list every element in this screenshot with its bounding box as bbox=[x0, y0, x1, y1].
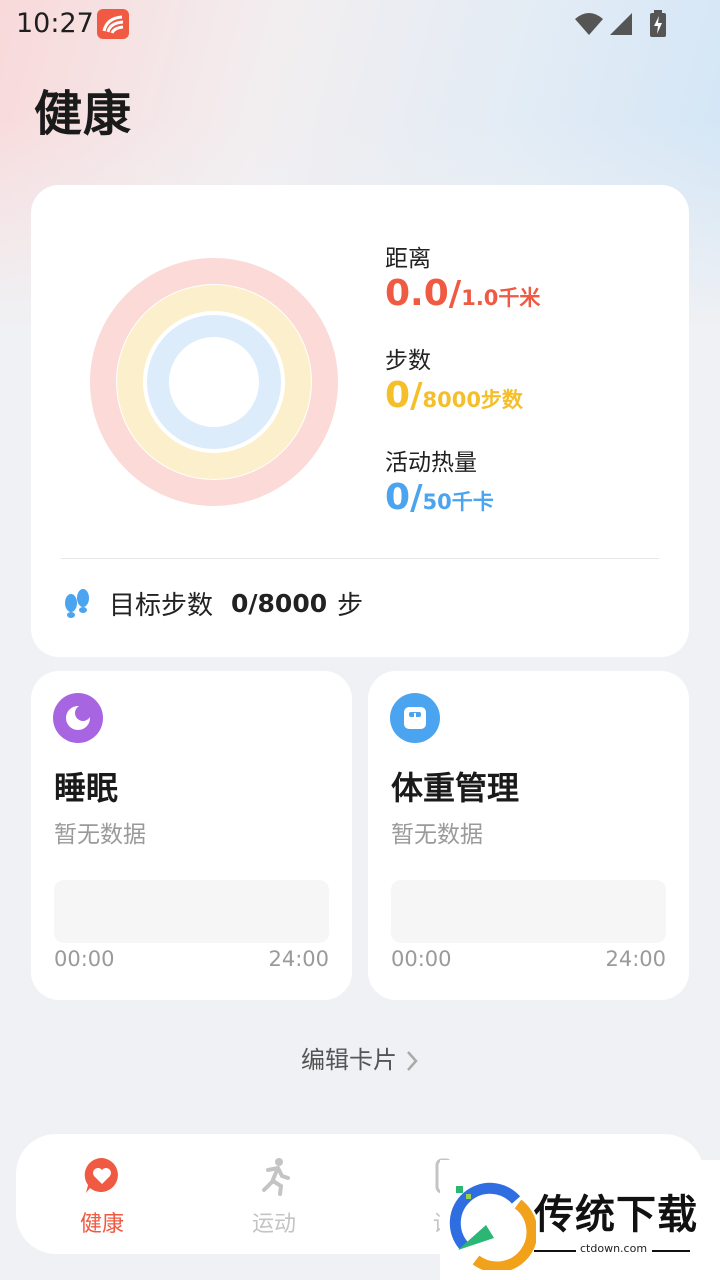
weight-title: 体重管理 bbox=[391, 769, 520, 807]
weight-card[interactable]: 体重管理 暂无数据 00:00 24:00 bbox=[368, 671, 689, 1000]
steps-label: 步数 bbox=[385, 348, 431, 374]
activity-rings bbox=[90, 258, 338, 506]
sleep-chart-area bbox=[54, 880, 329, 943]
calories-current: 0 bbox=[385, 477, 411, 518]
status-bar: 10:27 bbox=[0, 0, 720, 48]
watermark: 传统下载 ctdown.com bbox=[440, 1160, 720, 1280]
runner-icon bbox=[262, 1158, 290, 1196]
distance-value: 0.0/1.0千米 bbox=[385, 273, 540, 314]
nav-label-exercise: 运动 bbox=[251, 1212, 296, 1237]
calories-label: 活动热量 bbox=[385, 450, 477, 476]
scale-icon bbox=[390, 693, 440, 743]
watermark-rule-left bbox=[534, 1250, 576, 1252]
calories-ring bbox=[147, 315, 281, 449]
watermark-url: ctdown.com bbox=[580, 1242, 648, 1255]
status-time: 10:27 bbox=[16, 8, 94, 39]
wifi-icon bbox=[575, 13, 603, 35]
weight-chart-area bbox=[391, 880, 666, 943]
steps-goal: 8000步数 bbox=[422, 388, 523, 412]
watermark-logo bbox=[449, 1182, 536, 1270]
calories-slash: / bbox=[410, 478, 423, 518]
card-divider bbox=[61, 558, 659, 559]
steps-current: 0 bbox=[385, 375, 411, 416]
sleep-card[interactable]: 睡眠 暂无数据 00:00 24:00 bbox=[31, 671, 352, 1000]
step-goal-row: 目标步数 0/8000 步 bbox=[61, 585, 363, 622]
nav-item-health[interactable]: 健康 bbox=[42, 1156, 162, 1238]
watermark-text: 传统下载 bbox=[534, 1192, 698, 1238]
sleep-axis-end: 24:00 bbox=[268, 947, 329, 971]
steps-slash: / bbox=[410, 376, 423, 416]
sleep-title: 睡眠 bbox=[54, 769, 119, 807]
nav-item-exercise[interactable]: 运动 bbox=[214, 1156, 334, 1238]
heart-icon bbox=[84, 1157, 118, 1193]
chevron-right-icon bbox=[407, 1051, 418, 1071]
cellular-signal-icon bbox=[610, 13, 632, 35]
page-title: 健康 bbox=[34, 86, 133, 142]
step-goal-label: 目标步数 bbox=[109, 591, 214, 621]
edit-cards-label: 编辑卡片 bbox=[301, 1046, 397, 1074]
calories-goal: 50千卡 bbox=[422, 490, 494, 514]
footprints-icon bbox=[65, 588, 89, 618]
activity-card[interactable]: 距离 0.0/1.0千米 步数 0/8000步数 活动热量 0/50千卡 目标步… bbox=[31, 185, 689, 657]
battery-charging-icon bbox=[650, 10, 666, 37]
step-goal-value: 0/8000 bbox=[231, 589, 328, 618]
step-goal-unit: 步 bbox=[337, 591, 364, 621]
notification-app-icon bbox=[97, 9, 129, 39]
distance-goal: 1.0千米 bbox=[461, 286, 541, 310]
calories-value: 0/50千卡 bbox=[385, 477, 494, 518]
weight-axis-start: 00:00 bbox=[391, 947, 452, 971]
watermark-rule-right bbox=[652, 1250, 690, 1252]
sleep-axis-start: 00:00 bbox=[54, 947, 115, 971]
sleep-subtitle: 暂无数据 bbox=[54, 822, 146, 848]
steps-value: 0/8000步数 bbox=[385, 375, 523, 416]
distance-slash: / bbox=[448, 274, 462, 314]
weight-axis-end: 24:00 bbox=[605, 947, 666, 971]
moon-icon bbox=[53, 693, 103, 743]
status-icons bbox=[574, 10, 668, 38]
weight-subtitle: 暂无数据 bbox=[391, 822, 483, 848]
edit-cards-link[interactable]: 编辑卡片 bbox=[0, 1040, 720, 1075]
distance-label: 距离 bbox=[385, 246, 431, 272]
distance-current: 0.0 bbox=[385, 273, 449, 314]
nav-label-health: 健康 bbox=[79, 1212, 124, 1237]
